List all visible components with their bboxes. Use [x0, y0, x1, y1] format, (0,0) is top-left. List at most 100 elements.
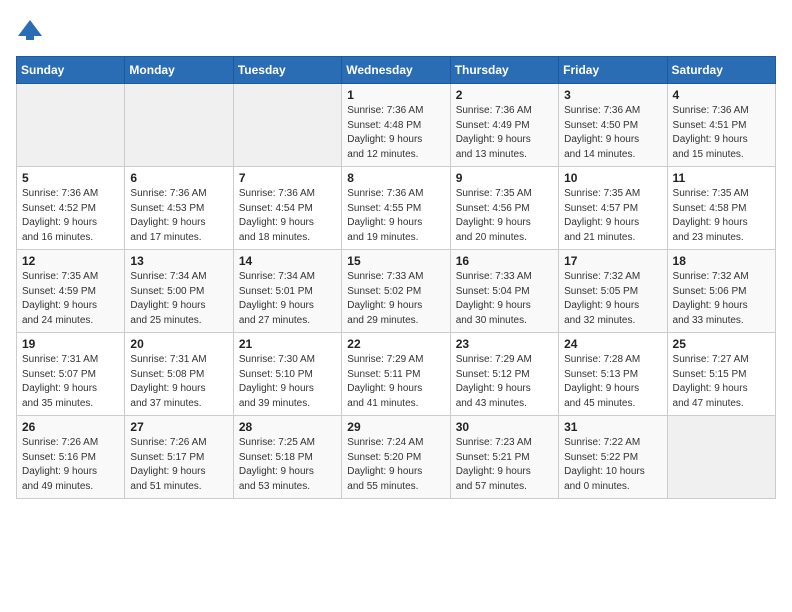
calendar-cell: 26 Sunrise: 7:26 AM Sunset: 5:16 PM Dayli…	[17, 416, 125, 499]
day-info: Sunrise: 7:29 AM Sunset: 5:11 PM Dayligh…	[347, 353, 444, 411]
day-number: 2	[456, 88, 553, 102]
calendar-cell	[233, 84, 341, 167]
day-number: 10	[564, 171, 661, 185]
weekday-header-row: SundayMondayTuesdayWednesdayThursdayFrid…	[17, 57, 776, 84]
calendar-cell: 20Sunrise: 7:31 AM Sunset: 5:08 PM Dayli…	[125, 333, 233, 416]
calendar-cell: 11Sunrise: 7:35 AM Sunset: 4:58 PM Dayli…	[667, 167, 775, 250]
calendar-cell: 22 Sunrise: 7:29 AM Sunset: 5:11 PM Dayli…	[342, 333, 450, 416]
day-number: 7	[239, 171, 336, 185]
day-number: 12	[22, 254, 119, 268]
calendar-week-row: 12 Sunrise: 7:35 AM Sunset: 4:59 PM Dayli…	[17, 250, 776, 333]
calendar-cell: 5 Sunrise: 7:36 AM Sunset: 4:52 PM Daylig…	[17, 167, 125, 250]
calendar-cell: 12 Sunrise: 7:35 AM Sunset: 4:59 PM Dayli…	[17, 250, 125, 333]
day-info: Sunrise: 7:28 AM Sunset: 5:13 PM Dayligh…	[564, 353, 661, 411]
day-info: Sunrise: 7:35 AM Sunset: 4:58 PM Dayligh…	[673, 187, 770, 245]
day-info: Sunrise: 7:29 AM Sunset: 5:12 PM Dayligh…	[456, 353, 553, 411]
day-number: 26	[22, 420, 119, 434]
day-info: Sunrise: 7:36 AM Sunset: 4:52 PM Dayligh…	[22, 187, 119, 245]
calendar-cell: 4 Sunrise: 7:36 AM Sunset: 4:51 PM Daylig…	[667, 84, 775, 167]
day-number: 9	[456, 171, 553, 185]
day-number: 23	[456, 337, 553, 351]
calendar-cell	[125, 84, 233, 167]
day-number: 25	[673, 337, 770, 351]
calendar-cell: 25 Sunrise: 7:27 AM Sunset: 5:15 PM Dayli…	[667, 333, 775, 416]
calendar-table: SundayMondayTuesdayWednesdayThursdayFrid…	[16, 56, 776, 499]
weekday-header-wednesday: Wednesday	[342, 57, 450, 84]
day-number: 30	[456, 420, 553, 434]
day-info: Sunrise: 7:26 AM Sunset: 5:16 PM Dayligh…	[22, 436, 119, 494]
day-number: 24	[564, 337, 661, 351]
day-info: Sunrise: 7:32 AM Sunset: 5:05 PM Dayligh…	[564, 270, 661, 328]
calendar-week-row: 26 Sunrise: 7:26 AM Sunset: 5:16 PM Dayli…	[17, 416, 776, 499]
day-number: 27	[130, 420, 227, 434]
day-info: Sunrise: 7:36 AM Sunset: 4:54 PM Dayligh…	[239, 187, 336, 245]
day-info: Sunrise: 7:30 AM Sunset: 5:10 PM Dayligh…	[239, 353, 336, 411]
calendar-cell: 14 Sunrise: 7:34 AM Sunset: 5:01 PM Dayli…	[233, 250, 341, 333]
day-info: Sunrise: 7:23 AM Sunset: 5:21 PM Dayligh…	[456, 436, 553, 494]
calendar-cell: 24 Sunrise: 7:28 AM Sunset: 5:13 PM Dayli…	[559, 333, 667, 416]
day-info: Sunrise: 7:27 AM Sunset: 5:15 PM Dayligh…	[673, 353, 770, 411]
calendar-cell: 23 Sunrise: 7:29 AM Sunset: 5:12 PM Dayli…	[450, 333, 558, 416]
day-number: 16	[456, 254, 553, 268]
calendar-week-row: 5 Sunrise: 7:36 AM Sunset: 4:52 PM Daylig…	[17, 167, 776, 250]
calendar-cell: 8Sunrise: 7:36 AM Sunset: 4:55 PM Daylig…	[342, 167, 450, 250]
day-number: 13	[130, 254, 227, 268]
day-info: Sunrise: 7:22 AM Sunset: 5:22 PM Dayligh…	[564, 436, 661, 494]
weekday-header-tuesday: Tuesday	[233, 57, 341, 84]
day-info: Sunrise: 7:24 AM Sunset: 5:20 PM Dayligh…	[347, 436, 444, 494]
day-info: Sunrise: 7:36 AM Sunset: 4:50 PM Dayligh…	[564, 104, 661, 162]
calendar-cell: 16 Sunrise: 7:33 AM Sunset: 5:04 PM Dayli…	[450, 250, 558, 333]
calendar-cell: 10Sunrise: 7:35 AM Sunset: 4:57 PM Dayli…	[559, 167, 667, 250]
page-header	[16, 16, 776, 44]
day-info: Sunrise: 7:36 AM Sunset: 4:51 PM Dayligh…	[673, 104, 770, 162]
day-info: Sunrise: 7:34 AM Sunset: 5:01 PM Dayligh…	[239, 270, 336, 328]
day-info: Sunrise: 7:36 AM Sunset: 4:55 PM Dayligh…	[347, 187, 444, 245]
logo	[16, 16, 48, 44]
day-number: 29	[347, 420, 444, 434]
calendar-cell: 21Sunrise: 7:30 AM Sunset: 5:10 PM Dayli…	[233, 333, 341, 416]
calendar-cell: 1 Sunrise: 7:36 AM Sunset: 4:48 PM Daylig…	[342, 84, 450, 167]
day-number: 14	[239, 254, 336, 268]
calendar-cell: 29 Sunrise: 7:24 AM Sunset: 5:20 PM Dayli…	[342, 416, 450, 499]
day-info: Sunrise: 7:31 AM Sunset: 5:08 PM Dayligh…	[130, 353, 227, 411]
day-number: 19	[22, 337, 119, 351]
day-number: 5	[22, 171, 119, 185]
day-info: Sunrise: 7:36 AM Sunset: 4:49 PM Dayligh…	[456, 104, 553, 162]
calendar-cell: 30 Sunrise: 7:23 AM Sunset: 5:21 PM Dayli…	[450, 416, 558, 499]
calendar-cell: 6 Sunrise: 7:36 AM Sunset: 4:53 PM Daylig…	[125, 167, 233, 250]
day-info: Sunrise: 7:34 AM Sunset: 5:00 PM Dayligh…	[130, 270, 227, 328]
day-info: Sunrise: 7:35 AM Sunset: 4:59 PM Dayligh…	[22, 270, 119, 328]
day-number: 1	[347, 88, 444, 102]
day-number: 6	[130, 171, 227, 185]
day-number: 3	[564, 88, 661, 102]
logo-icon	[16, 16, 44, 44]
calendar-cell: 15 Sunrise: 7:33 AM Sunset: 5:02 PM Dayli…	[342, 250, 450, 333]
day-number: 22	[347, 337, 444, 351]
weekday-header-friday: Friday	[559, 57, 667, 84]
day-info: Sunrise: 7:31 AM Sunset: 5:07 PM Dayligh…	[22, 353, 119, 411]
day-info: Sunrise: 7:32 AM Sunset: 5:06 PM Dayligh…	[673, 270, 770, 328]
weekday-header-sunday: Sunday	[17, 57, 125, 84]
calendar-cell: 31 Sunrise: 7:22 AM Sunset: 5:22 PM Dayli…	[559, 416, 667, 499]
day-number: 4	[673, 88, 770, 102]
calendar-cell	[17, 84, 125, 167]
calendar-cell: 28 Sunrise: 7:25 AM Sunset: 5:18 PM Dayli…	[233, 416, 341, 499]
day-info: Sunrise: 7:25 AM Sunset: 5:18 PM Dayligh…	[239, 436, 336, 494]
day-number: 17	[564, 254, 661, 268]
calendar-cell: 7 Sunrise: 7:36 AM Sunset: 4:54 PM Daylig…	[233, 167, 341, 250]
calendar-week-row: 1 Sunrise: 7:36 AM Sunset: 4:48 PM Daylig…	[17, 84, 776, 167]
day-info: Sunrise: 7:36 AM Sunset: 4:48 PM Dayligh…	[347, 104, 444, 162]
calendar-cell: 3 Sunrise: 7:36 AM Sunset: 4:50 PM Daylig…	[559, 84, 667, 167]
day-info: Sunrise: 7:36 AM Sunset: 4:53 PM Dayligh…	[130, 187, 227, 245]
calendar-cell: 9 Sunrise: 7:35 AM Sunset: 4:56 PM Daylig…	[450, 167, 558, 250]
day-info: Sunrise: 7:26 AM Sunset: 5:17 PM Dayligh…	[130, 436, 227, 494]
day-info: Sunrise: 7:33 AM Sunset: 5:02 PM Dayligh…	[347, 270, 444, 328]
day-info: Sunrise: 7:33 AM Sunset: 5:04 PM Dayligh…	[456, 270, 553, 328]
weekday-header-thursday: Thursday	[450, 57, 558, 84]
day-number: 28	[239, 420, 336, 434]
day-number: 31	[564, 420, 661, 434]
calendar-cell: 2 Sunrise: 7:36 AM Sunset: 4:49 PM Daylig…	[450, 84, 558, 167]
day-info: Sunrise: 7:35 AM Sunset: 4:56 PM Dayligh…	[456, 187, 553, 245]
calendar-cell: 27 Sunrise: 7:26 AM Sunset: 5:17 PM Dayli…	[125, 416, 233, 499]
day-number: 15	[347, 254, 444, 268]
